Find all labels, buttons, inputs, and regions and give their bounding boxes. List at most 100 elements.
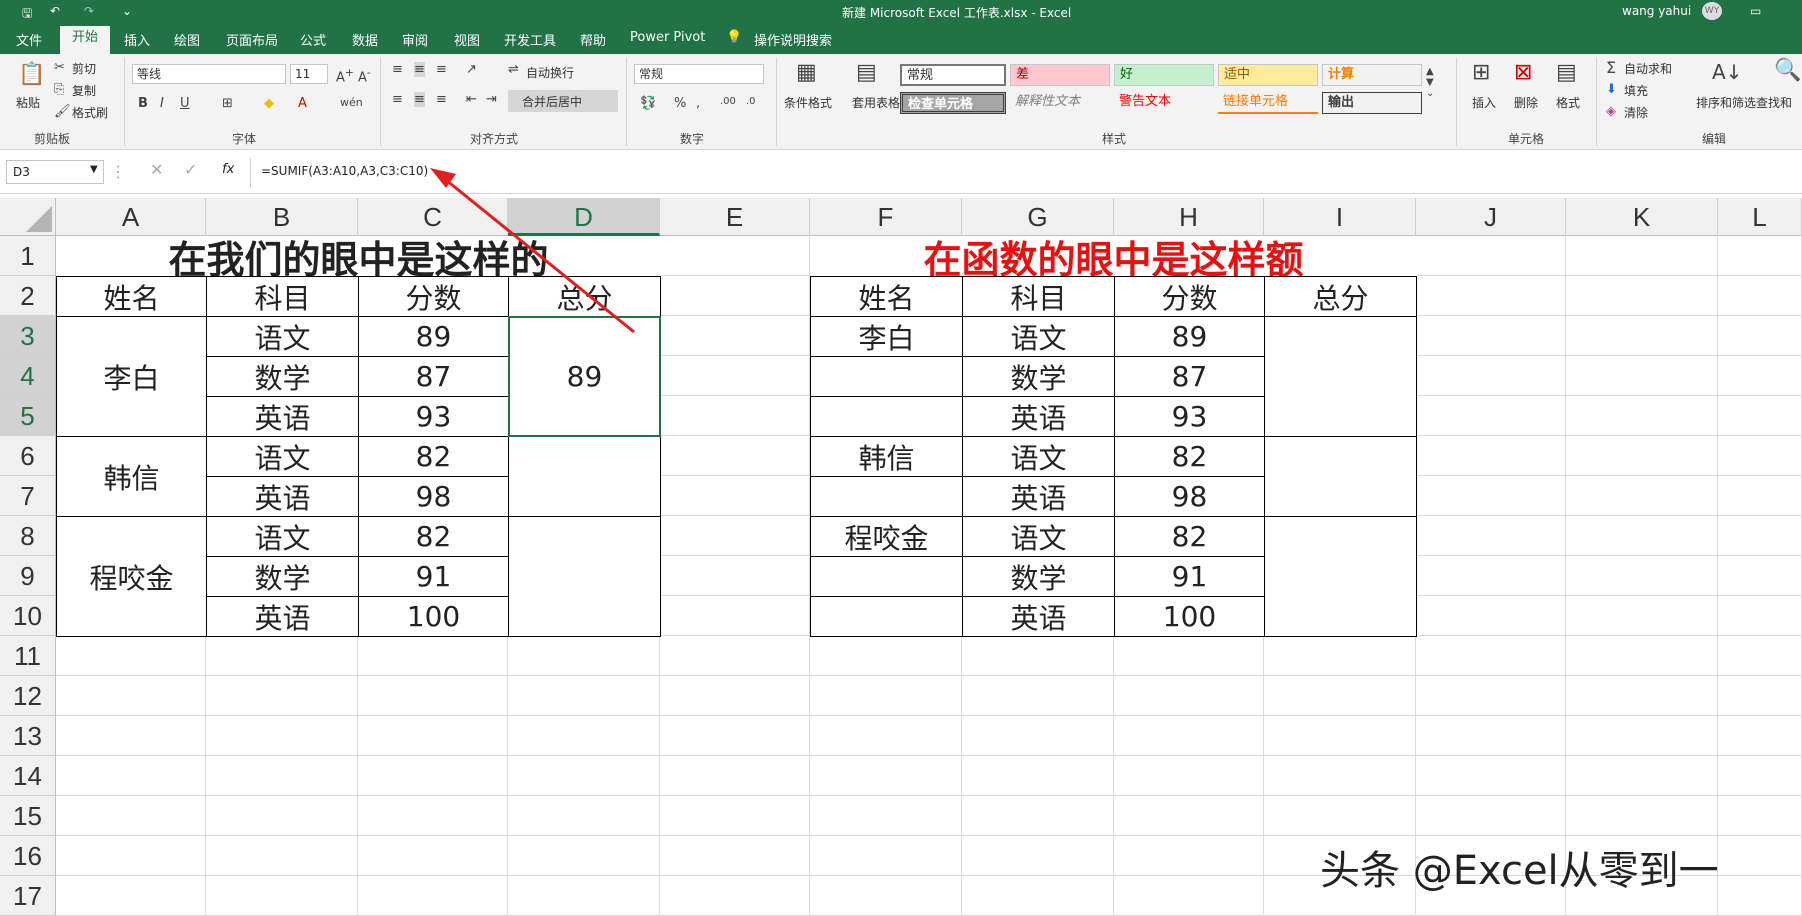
right-score-cell[interactable]: 87 <box>1114 356 1265 397</box>
tab-review[interactable]: 审阅 <box>402 30 428 49</box>
customize-icon[interactable]: ⌄ <box>122 4 132 18</box>
left-score-cell[interactable]: 87 <box>358 356 509 397</box>
row-header-10[interactable]: 10 <box>0 596 56 636</box>
right-name-cell[interactable]: 韩信 <box>810 436 963 477</box>
style-normal[interactable]: 常规 <box>900 64 1006 86</box>
right-score-cell[interactable]: 82 <box>1114 436 1265 477</box>
left-header-cell[interactable]: 姓名 <box>56 276 207 317</box>
table-format-icon[interactable]: ▤ <box>856 60 877 85</box>
right-subject-cell[interactable]: 英语 <box>962 476 1115 517</box>
left-total-cell[interactable] <box>508 516 661 637</box>
style-good[interactable]: 好 <box>1114 64 1214 86</box>
decrease-font-icon[interactable]: A- <box>358 66 371 85</box>
paste-icon[interactable]: 📋 <box>18 62 45 87</box>
right-score-cell[interactable]: 91 <box>1114 556 1265 597</box>
left-subject-cell[interactable]: 英语 <box>206 596 359 637</box>
avatar[interactable]: WY <box>1702 2 1722 20</box>
right-subject-cell[interactable]: 英语 <box>962 596 1115 637</box>
left-subject-cell[interactable]: 数学 <box>206 556 359 597</box>
copy-icon[interactable]: ⎘ <box>54 82 64 97</box>
column-header-K[interactable]: K <box>1566 198 1718 236</box>
style-output[interactable]: 输出 <box>1322 92 1422 114</box>
left-table-title[interactable]: 在我们的眼中是这样的 <box>56 236 661 282</box>
delete-cells-icon[interactable]: ⊠ <box>1514 60 1532 85</box>
right-total-cell[interactable] <box>1264 516 1417 637</box>
fill-button[interactable]: 填充 <box>1624 82 1648 99</box>
delete-cells-button[interactable]: 删除 <box>1514 94 1538 111</box>
percent-icon[interactable]: % <box>674 96 686 111</box>
conditional-format-button[interactable]: 条件格式 <box>784 94 832 111</box>
worksheet-grid[interactable]: 在我们的眼中是这样的 姓名 科目 分数 总分 李白 韩信 程咬金 语文 数学 英语 语文 英语 语文 数学英… <box>0 236 1802 916</box>
enter-icon[interactable]: ✓ <box>184 160 197 179</box>
conditional-format-icon[interactable]: ▦ <box>796 60 817 85</box>
clear-button[interactable]: 清除 <box>1624 104 1648 121</box>
row-header-12[interactable]: 12 <box>0 676 56 716</box>
style-explanatory[interactable]: 解释性文本 <box>1010 92 1110 114</box>
align-middle-icon[interactable]: ≡ <box>414 62 425 77</box>
right-name-cell[interactable]: 李白 <box>810 316 963 357</box>
right-total-cell[interactable] <box>1264 316 1417 437</box>
tab-page-layout[interactable]: 页面布局 <box>226 30 278 49</box>
right-subject-cell[interactable]: 语文 <box>962 316 1115 357</box>
find-icon[interactable]: 🔍 <box>1774 58 1801 83</box>
left-score-cell[interactable]: 93 <box>358 396 509 437</box>
left-total-cell[interactable] <box>508 436 661 517</box>
row-header-6[interactable]: 6 <box>0 436 56 476</box>
undo-icon[interactable]: ↶ <box>50 4 60 18</box>
align-left-icon[interactable]: ≡ <box>392 92 403 107</box>
left-name-cell[interactable]: 李白 <box>56 316 207 437</box>
format-painter-icon[interactable]: 🖌 <box>54 104 71 119</box>
comma-icon[interactable]: , <box>696 96 700 111</box>
format-cells-icon[interactable]: ▤ <box>1556 60 1577 85</box>
increase-indent-icon[interactable]: ⇥ <box>486 92 497 107</box>
left-header-cell[interactable]: 科目 <box>206 276 359 317</box>
right-header-cell[interactable]: 总分 <box>1264 276 1417 317</box>
right-subject-cell[interactable]: 数学 <box>962 556 1115 597</box>
right-score-cell[interactable]: 98 <box>1114 476 1265 517</box>
phonetic-icon[interactable]: wén <box>340 96 363 109</box>
formula-input[interactable]: =SUMIF(A3:A10,A3,C3:C10) <box>250 158 1802 188</box>
border-icon[interactable]: ⊞ <box>222 96 233 111</box>
column-header-E[interactable]: E <box>660 198 810 236</box>
left-name-cell[interactable]: 程咬金 <box>56 516 207 637</box>
fill-icon[interactable]: ⬇ <box>1606 82 1617 97</box>
cut-button[interactable]: 剪切 <box>72 60 96 77</box>
right-header-cell[interactable]: 分数 <box>1114 276 1265 317</box>
right-header-cell[interactable]: 科目 <box>962 276 1115 317</box>
right-name-cell[interactable] <box>810 596 963 637</box>
left-score-cell[interactable]: 98 <box>358 476 509 517</box>
left-header-cell[interactable]: 分数 <box>358 276 509 317</box>
name-box-dropdown-icon[interactable]: ▼ <box>90 164 98 175</box>
right-name-cell[interactable] <box>810 556 963 597</box>
right-score-cell[interactable]: 89 <box>1114 316 1265 357</box>
column-header-L[interactable]: L <box>1718 198 1802 236</box>
row-header-8[interactable]: 8 <box>0 516 56 556</box>
decrease-decimal-icon[interactable]: .0 <box>746 96 756 107</box>
font-color-icon[interactable]: A <box>298 96 307 111</box>
right-score-cell[interactable]: 82 <box>1114 516 1265 557</box>
clear-icon[interactable]: ◈ <box>1606 104 1616 119</box>
left-subject-cell[interactable]: 英语 <box>206 396 359 437</box>
row-header-2[interactable]: 2 <box>0 276 56 316</box>
left-score-cell[interactable]: 89 <box>358 316 509 357</box>
style-check-cell[interactable]: 检查单元格 <box>900 92 1006 114</box>
style-bad[interactable]: 差 <box>1010 64 1110 86</box>
left-subject-cell[interactable]: 数学 <box>206 356 359 397</box>
right-subject-cell[interactable]: 语文 <box>962 436 1115 477</box>
style-calculation[interactable]: 计算 <box>1322 64 1422 86</box>
sort-filter-button[interactable]: 排序和筛选 <box>1696 94 1756 111</box>
left-subject-cell[interactable]: 语文 <box>206 436 359 477</box>
tab-view[interactable]: 视图 <box>454 30 480 49</box>
left-score-cell[interactable]: 82 <box>358 436 509 477</box>
align-center-icon[interactable]: ≡ <box>414 92 425 107</box>
bold-icon[interactable]: B <box>138 96 148 111</box>
font-name-dropdown[interactable]: 等线 <box>132 64 286 84</box>
row-header-11[interactable]: 11 <box>0 636 56 676</box>
paste-button[interactable]: 粘贴 <box>16 94 40 111</box>
right-name-cell[interactable]: 程咬金 <box>810 516 963 557</box>
row-header-17[interactable]: 17 <box>0 876 56 916</box>
sort-filter-icon[interactable]: A↓ <box>1712 60 1742 84</box>
insert-cells-icon[interactable]: ⊞ <box>1472 60 1490 85</box>
fill-color-icon[interactable]: ◆ <box>264 96 274 111</box>
right-subject-cell[interactable]: 语文 <box>962 516 1115 557</box>
